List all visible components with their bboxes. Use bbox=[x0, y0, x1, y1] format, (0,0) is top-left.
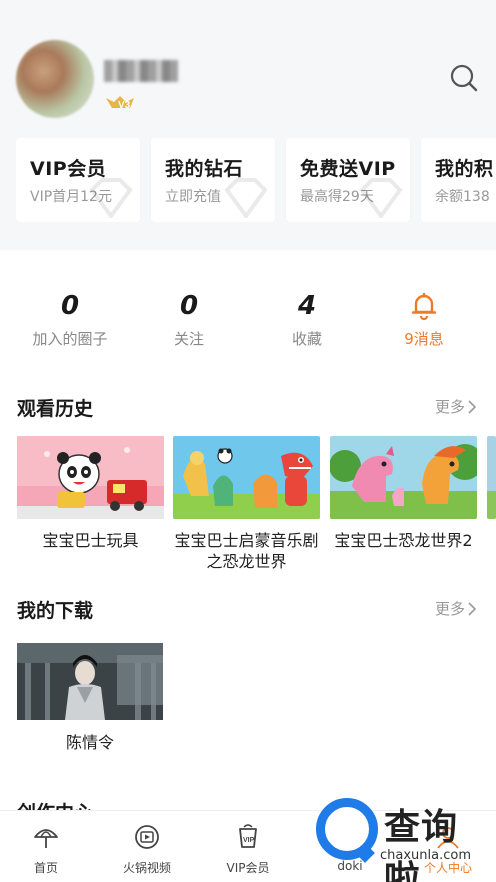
download-caption[interactable]: 陈情令 bbox=[17, 732, 163, 753]
stat-label: 9消息 bbox=[404, 330, 444, 348]
stat-count: 0 bbox=[60, 291, 80, 321]
watermark-text: 查询啦 bbox=[384, 807, 459, 882]
nav-label: 火锅视频 bbox=[122, 861, 171, 875]
nav-vip[interactable]: VIP VIP会员 bbox=[198, 823, 298, 876]
downloads-title: 我的下载 bbox=[17, 600, 94, 622]
diamond-decoration-icon bbox=[89, 178, 133, 218]
umbrella-icon bbox=[0, 823, 96, 851]
card-diamonds[interactable]: 我的钻石 立即充值 bbox=[151, 138, 275, 222]
history-caption[interactable]: 宝宝巴士玩具 bbox=[17, 530, 164, 551]
avatar[interactable] bbox=[16, 40, 94, 118]
card-vip-member[interactable]: VIP会员 VIP首月12元 bbox=[16, 138, 140, 222]
more-label: 更多 bbox=[434, 398, 465, 416]
username-blurred[interactable] bbox=[104, 60, 178, 82]
nav-label: 首页 bbox=[33, 861, 58, 875]
history-more-link[interactable]: 更多 bbox=[435, 396, 476, 417]
chevron-right-icon bbox=[468, 399, 476, 414]
svg-text:VIP: VIP bbox=[243, 837, 255, 844]
history-title: 观看历史 bbox=[17, 398, 94, 420]
more-label: 更多 bbox=[434, 600, 465, 618]
stat-label: 关注 bbox=[173, 330, 204, 348]
stat-favorites[interactable]: 4 收藏 bbox=[252, 290, 362, 349]
nav-home[interactable]: 首页 bbox=[0, 823, 96, 876]
downloads-more-link[interactable]: 更多 bbox=[435, 598, 476, 619]
stat-label: 加入的圈子 bbox=[32, 330, 108, 348]
history-thumb-peek[interactable] bbox=[487, 436, 496, 519]
history-caption[interactable]: 宝宝巴士恐龙世界2 bbox=[330, 530, 477, 551]
svg-text:V3: V3 bbox=[118, 100, 131, 111]
history-caption[interactable]: 宝宝巴士启蒙音乐剧之恐龙世界 bbox=[173, 530, 320, 572]
watermark-url: chaxunla.com bbox=[380, 848, 471, 863]
member-cards: VIP会员 VIP首月12元 我的钻石 立即充值 免费送VIP 最高得29天 我… bbox=[16, 138, 496, 222]
history-thumb-music-dinosaurs[interactable] bbox=[173, 436, 320, 519]
creation-title: 创作中心 bbox=[17, 798, 93, 810]
diamond-decoration-icon bbox=[224, 178, 268, 218]
history-thumb-toys[interactable] bbox=[17, 436, 164, 519]
nav-hotpot-video[interactable]: 火锅视频 bbox=[97, 823, 197, 876]
card-points[interactable]: 我的积 余额138 bbox=[421, 138, 496, 222]
card-title: VIP会员 bbox=[30, 158, 107, 180]
card-free-vip[interactable]: 免费送VIP 最高得29天 bbox=[286, 138, 410, 222]
search-icon[interactable] bbox=[448, 62, 480, 94]
nav-label: VIP会员 bbox=[226, 861, 270, 875]
chevron-right-icon bbox=[468, 601, 476, 616]
vip-cup-icon: VIP bbox=[198, 823, 298, 851]
history-thumb-dinosaur-world[interactable] bbox=[330, 436, 477, 519]
card-title: 我的积 bbox=[435, 158, 494, 180]
watermark-logo: 查询啦 chaxunla.com bbox=[316, 798, 492, 882]
card-subtitle: 余额138 bbox=[435, 189, 490, 205]
video-icon bbox=[97, 823, 197, 851]
card-title: 免费送VIP bbox=[300, 158, 396, 180]
download-thumb[interactable] bbox=[17, 643, 163, 720]
stat-count: 0 bbox=[179, 291, 199, 321]
diamond-decoration-icon bbox=[359, 178, 403, 218]
stats-row: 0 加入的圈子 0 关注 4 收藏 9消息 bbox=[0, 290, 496, 360]
stat-joined-circles[interactable]: 0 加入的圈子 bbox=[15, 290, 125, 349]
stat-count: 4 bbox=[297, 291, 317, 321]
stat-following[interactable]: 0 关注 bbox=[134, 290, 244, 349]
stat-label: 收藏 bbox=[291, 330, 322, 348]
card-title: 我的钻石 bbox=[165, 158, 244, 180]
bell-icon bbox=[369, 290, 479, 322]
vip-crown-icon: V3 bbox=[106, 96, 134, 111]
stat-messages[interactable]: 9消息 bbox=[369, 290, 479, 349]
vip-level-badge[interactable]: V3 bbox=[104, 94, 136, 112]
